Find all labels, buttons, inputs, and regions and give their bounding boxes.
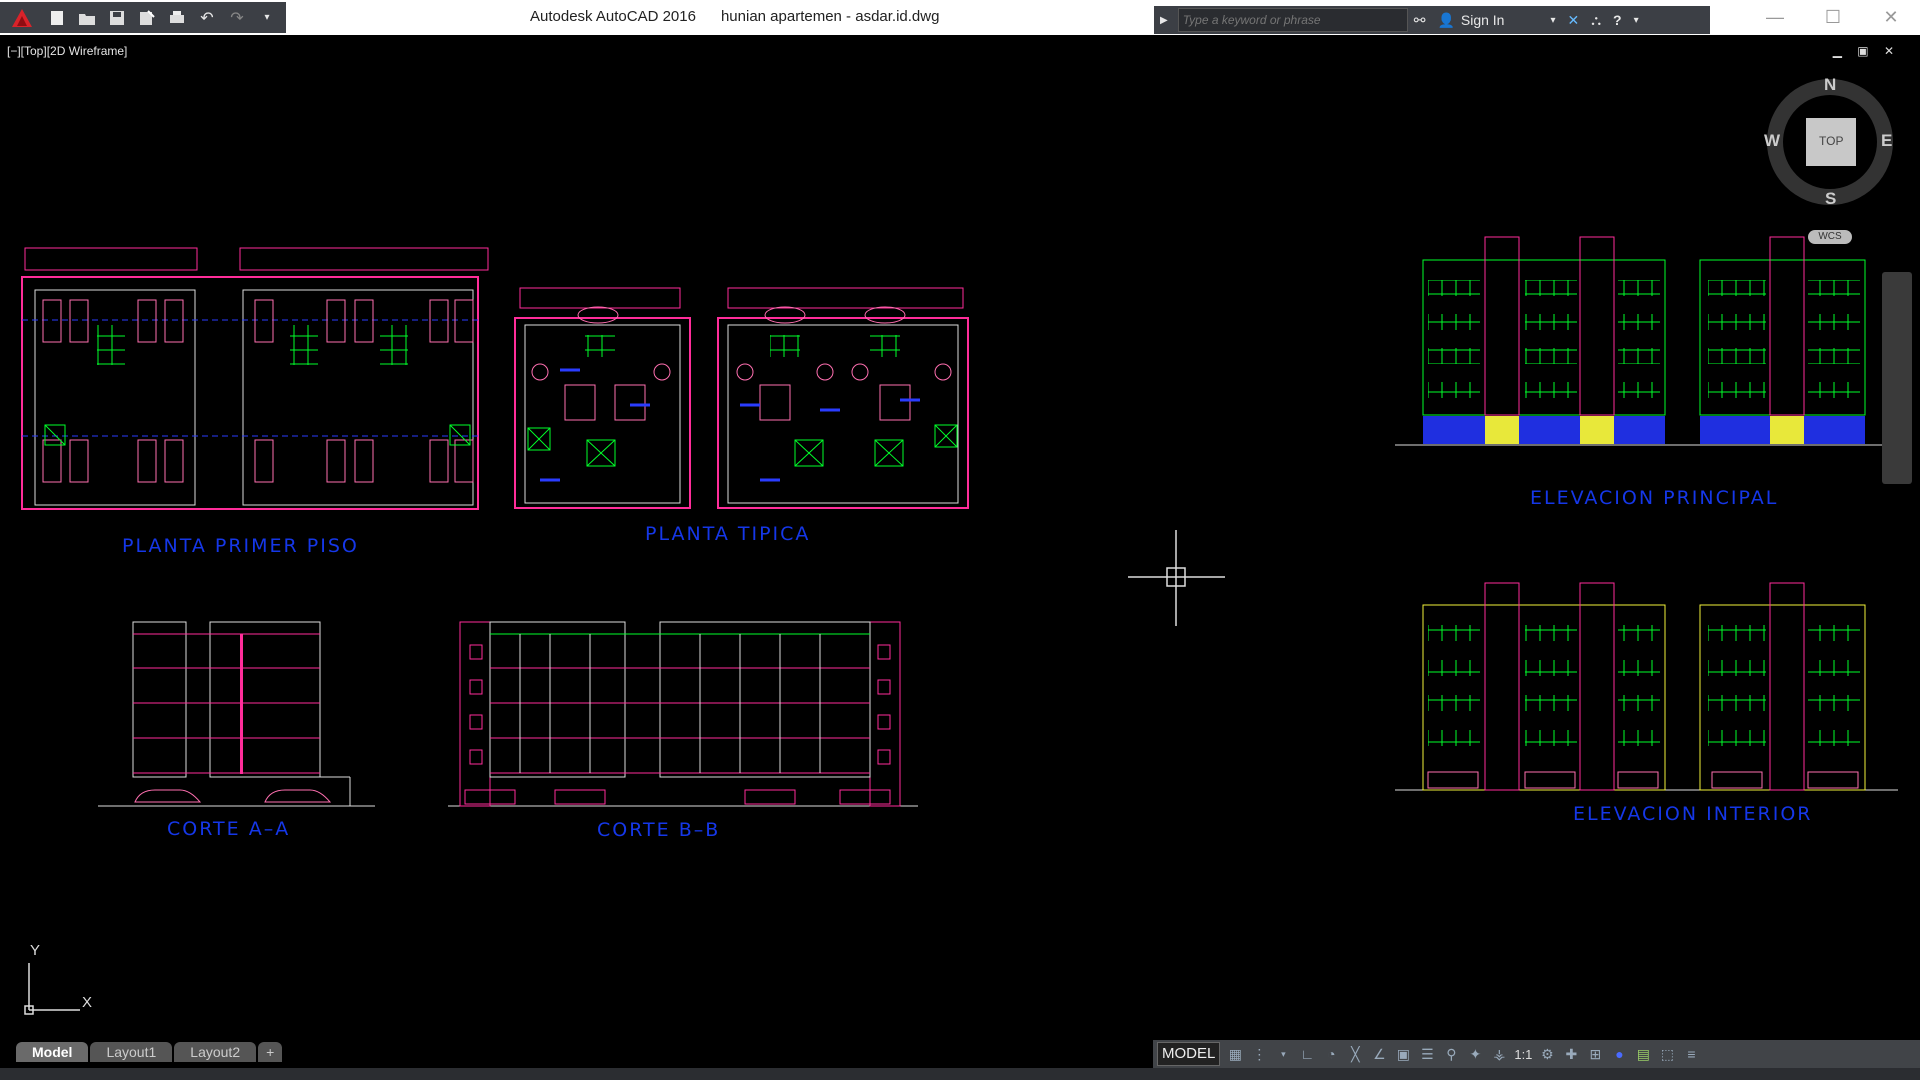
polar-tracking-icon[interactable]: ◔ xyxy=(1322,1045,1340,1063)
viewcube-south[interactable]: S xyxy=(1825,189,1836,209)
corte-b-b-drawing xyxy=(448,621,918,807)
hardware-acceleration-icon[interactable]: ▤ xyxy=(1634,1045,1652,1063)
viewport-window-controls[interactable]: ▁ ▣ ✕ xyxy=(1833,44,1900,58)
object-snap-icon[interactable]: ▣ xyxy=(1394,1045,1412,1063)
snap-dropdown-icon[interactable]: ▾ xyxy=(1274,1045,1292,1063)
planta-primer-piso-drawing xyxy=(21,247,489,510)
new-file-icon[interactable] xyxy=(44,6,70,30)
drawing-viewport[interactable]: [−][Top][2D Wireframe] ▁ ▣ ✕ PLANTA PRIM… xyxy=(0,35,1920,1040)
title-bar: ↶ ↷ ▾ Autodesk AutoCAD 2016 hunian apart… xyxy=(0,0,1920,35)
tab-layout2[interactable]: Layout2 xyxy=(174,1042,257,1062)
label-corte-b-b: CORTE B–B xyxy=(597,819,721,841)
auto-scale-icon[interactable]: ✦ xyxy=(1466,1045,1484,1063)
save-as-icon[interactable] xyxy=(134,6,160,30)
clean-screen-icon[interactable]: ⬚ xyxy=(1658,1045,1676,1063)
ucs-y-label: Y xyxy=(30,942,41,959)
quick-access-toolbar: ↶ ↷ ▾ xyxy=(0,2,286,33)
elevacion-principal-drawing xyxy=(1395,236,1898,446)
ortho-icon[interactable]: ∟ xyxy=(1298,1045,1316,1063)
label-planta-tipica: PLANTA TIPICA xyxy=(645,523,811,545)
annotation-visibility-icon[interactable]: ⚲ xyxy=(1442,1045,1460,1063)
snap-icon[interactable]: ⋮ xyxy=(1250,1045,1268,1063)
user-icon[interactable]: 👤 xyxy=(1437,12,1454,29)
autocad-logo-icon[interactable] xyxy=(4,4,40,32)
customization-menu-icon[interactable]: ≡ xyxy=(1682,1045,1700,1063)
exchange-icon[interactable]: ✕ xyxy=(1568,12,1580,29)
sign-in-link[interactable]: Sign In xyxy=(1461,12,1505,28)
elevacion-interior-drawing xyxy=(1395,582,1898,791)
viewcube-west[interactable]: W xyxy=(1764,131,1780,151)
redo-icon[interactable]: ↷ xyxy=(224,6,250,30)
connect-icon[interactable]: ⛬ xyxy=(1591,12,1601,29)
annotation-scale-value[interactable]: 1:1 xyxy=(1514,1047,1532,1062)
viewcube-top-face[interactable]: TOP xyxy=(1819,134,1843,148)
layout-tabs: Model Layout1 Layout2 + xyxy=(0,1040,1166,1062)
viewcube[interactable]: N S E W TOP xyxy=(1763,75,1898,210)
plot-icon[interactable] xyxy=(164,6,190,30)
workspace-gear-icon[interactable]: ⚙ xyxy=(1538,1045,1556,1063)
ucs-x-label: X xyxy=(82,994,93,1011)
model-space-button[interactable]: MODEL xyxy=(1157,1042,1221,1066)
tab-layout1[interactable]: Layout1 xyxy=(90,1042,173,1062)
crosshair-cursor xyxy=(1128,530,1225,626)
maximize-icon[interactable]: ☐ xyxy=(1804,0,1862,35)
label-corte-a-a: CORTE A–A xyxy=(167,818,291,840)
units-icon[interactable]: ⊞ xyxy=(1586,1045,1604,1063)
object-snap-tracking-icon[interactable]: ∠ xyxy=(1370,1045,1388,1063)
help-icon[interactable]: ? xyxy=(1613,12,1622,28)
add-layout-button[interactable]: + xyxy=(258,1042,283,1062)
infocenter-bar: ▶ ⚯ 👤 Sign In ▾ ✕ ⛬ ? ▾ xyxy=(1154,6,1710,34)
bottom-strip xyxy=(0,1068,1920,1080)
save-icon[interactable] xyxy=(104,6,130,30)
label-elevacion-interior: ELEVACION INTERIOR xyxy=(1573,803,1813,825)
open-folder-icon[interactable] xyxy=(74,6,100,30)
label-elevacion-principal: ELEVACION PRINCIPAL xyxy=(1530,487,1779,509)
window-controls: — ☐ ✕ xyxy=(1746,0,1920,35)
qat-dropdown-icon[interactable]: ▾ xyxy=(254,6,280,30)
corte-a-a-drawing xyxy=(98,621,375,807)
isodraft-icon[interactable]: ╳ xyxy=(1346,1045,1364,1063)
close-icon[interactable]: ✕ xyxy=(1862,0,1920,35)
isolate-objects-icon[interactable]: ● xyxy=(1610,1045,1628,1063)
lineweight-icon[interactable]: ☰ xyxy=(1418,1045,1436,1063)
search-input[interactable] xyxy=(1177,8,1408,32)
expand-arrow-icon[interactable]: ▶ xyxy=(1160,15,1168,26)
wcs-menu[interactable]: WCS xyxy=(1808,230,1852,244)
window-title: Autodesk AutoCAD 2016 hunian apartemen -… xyxy=(530,8,940,25)
undo-icon[interactable]: ↶ xyxy=(194,6,220,30)
ucs-icon xyxy=(24,963,80,1015)
grid-icon[interactable]: ▦ xyxy=(1226,1045,1244,1063)
viewcube-north[interactable]: N xyxy=(1824,75,1836,95)
viewcube-east[interactable]: E xyxy=(1881,131,1892,151)
tab-model[interactable]: Model xyxy=(16,1042,89,1062)
viewport-controls-label[interactable]: [−][Top][2D Wireframe] xyxy=(7,44,127,58)
minimize-icon[interactable]: — xyxy=(1746,0,1804,35)
annotation-monitor-icon[interactable]: ✚ xyxy=(1562,1045,1580,1063)
label-planta-primer-piso: PLANTA PRIMER PISO xyxy=(122,535,359,557)
planta-tipica-drawing xyxy=(514,287,969,509)
sign-in-dropdown-icon[interactable]: ▾ xyxy=(1550,15,1555,26)
help-dropdown-icon[interactable]: ▾ xyxy=(1634,15,1639,26)
binoculars-icon[interactable]: ⚯ xyxy=(1414,12,1426,29)
annotation-scale-icon[interactable]: ⚶ xyxy=(1490,1045,1508,1063)
navigation-bar[interactable] xyxy=(1882,272,1912,484)
status-bar: MODEL ▦ ⋮ ▾ ∟ ◔ ╳ ∠ ▣ ☰ ⚲ ✦ ⚶ 1:1 ⚙ ✚ ⊞ … xyxy=(1153,1040,1920,1068)
